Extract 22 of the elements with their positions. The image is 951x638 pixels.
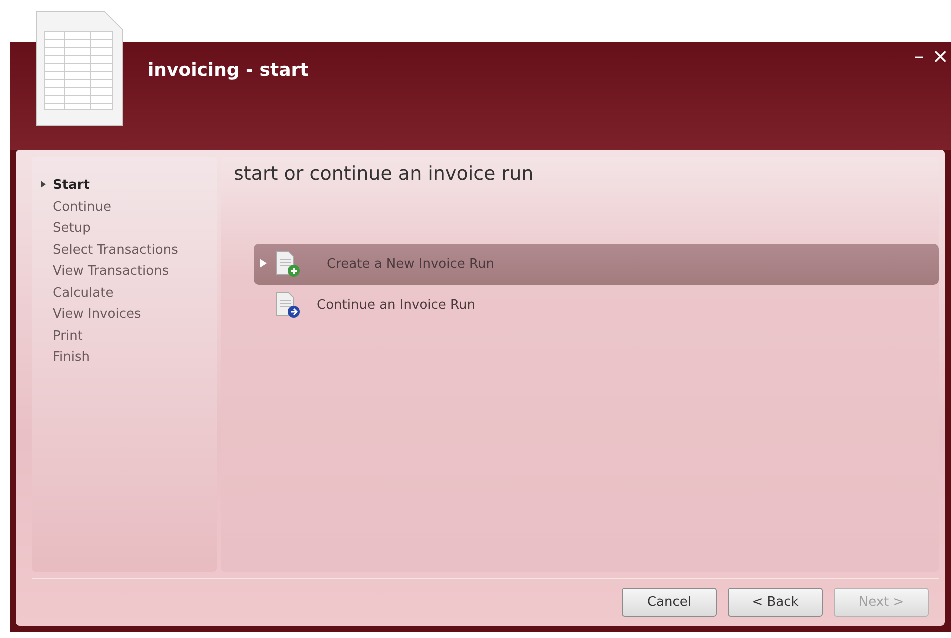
selection-arrow-icon (260, 258, 267, 268)
current-step-icon (41, 181, 46, 188)
sidebar-item[interactable]: View Invoices (41, 304, 217, 326)
sidebar-item[interactable]: Start (41, 175, 217, 196)
footer-button[interactable]: < Back (728, 588, 823, 617)
sidebar-item[interactable]: Finish (41, 347, 217, 368)
close-button[interactable]: × (930, 44, 951, 68)
document-arrow-icon (274, 292, 301, 319)
sidebar-item[interactable]: View Transactions (41, 261, 217, 282)
window-title: invoicing - start (148, 60, 309, 81)
sidebar-item[interactable]: Setup (41, 218, 217, 240)
sidebar-item[interactable]: Continue (41, 196, 217, 218)
document-add-icon (274, 251, 301, 278)
page-heading: start or continue an invoice run (233, 163, 535, 185)
sidebar-item[interactable]: Select Transactions (41, 240, 217, 261)
option-item[interactable]: Create a New Invoice Run (254, 244, 939, 285)
footer-button[interactable]: Cancel (622, 588, 717, 617)
sidebar-item[interactable]: Calculate (41, 282, 217, 304)
sidebar-item[interactable]: Print (41, 326, 217, 347)
option-item[interactable]: Continue an Invoice Run (254, 285, 939, 326)
spreadsheet-document-icon (35, 10, 125, 128)
minimize-button[interactable]: – (912, 44, 926, 68)
